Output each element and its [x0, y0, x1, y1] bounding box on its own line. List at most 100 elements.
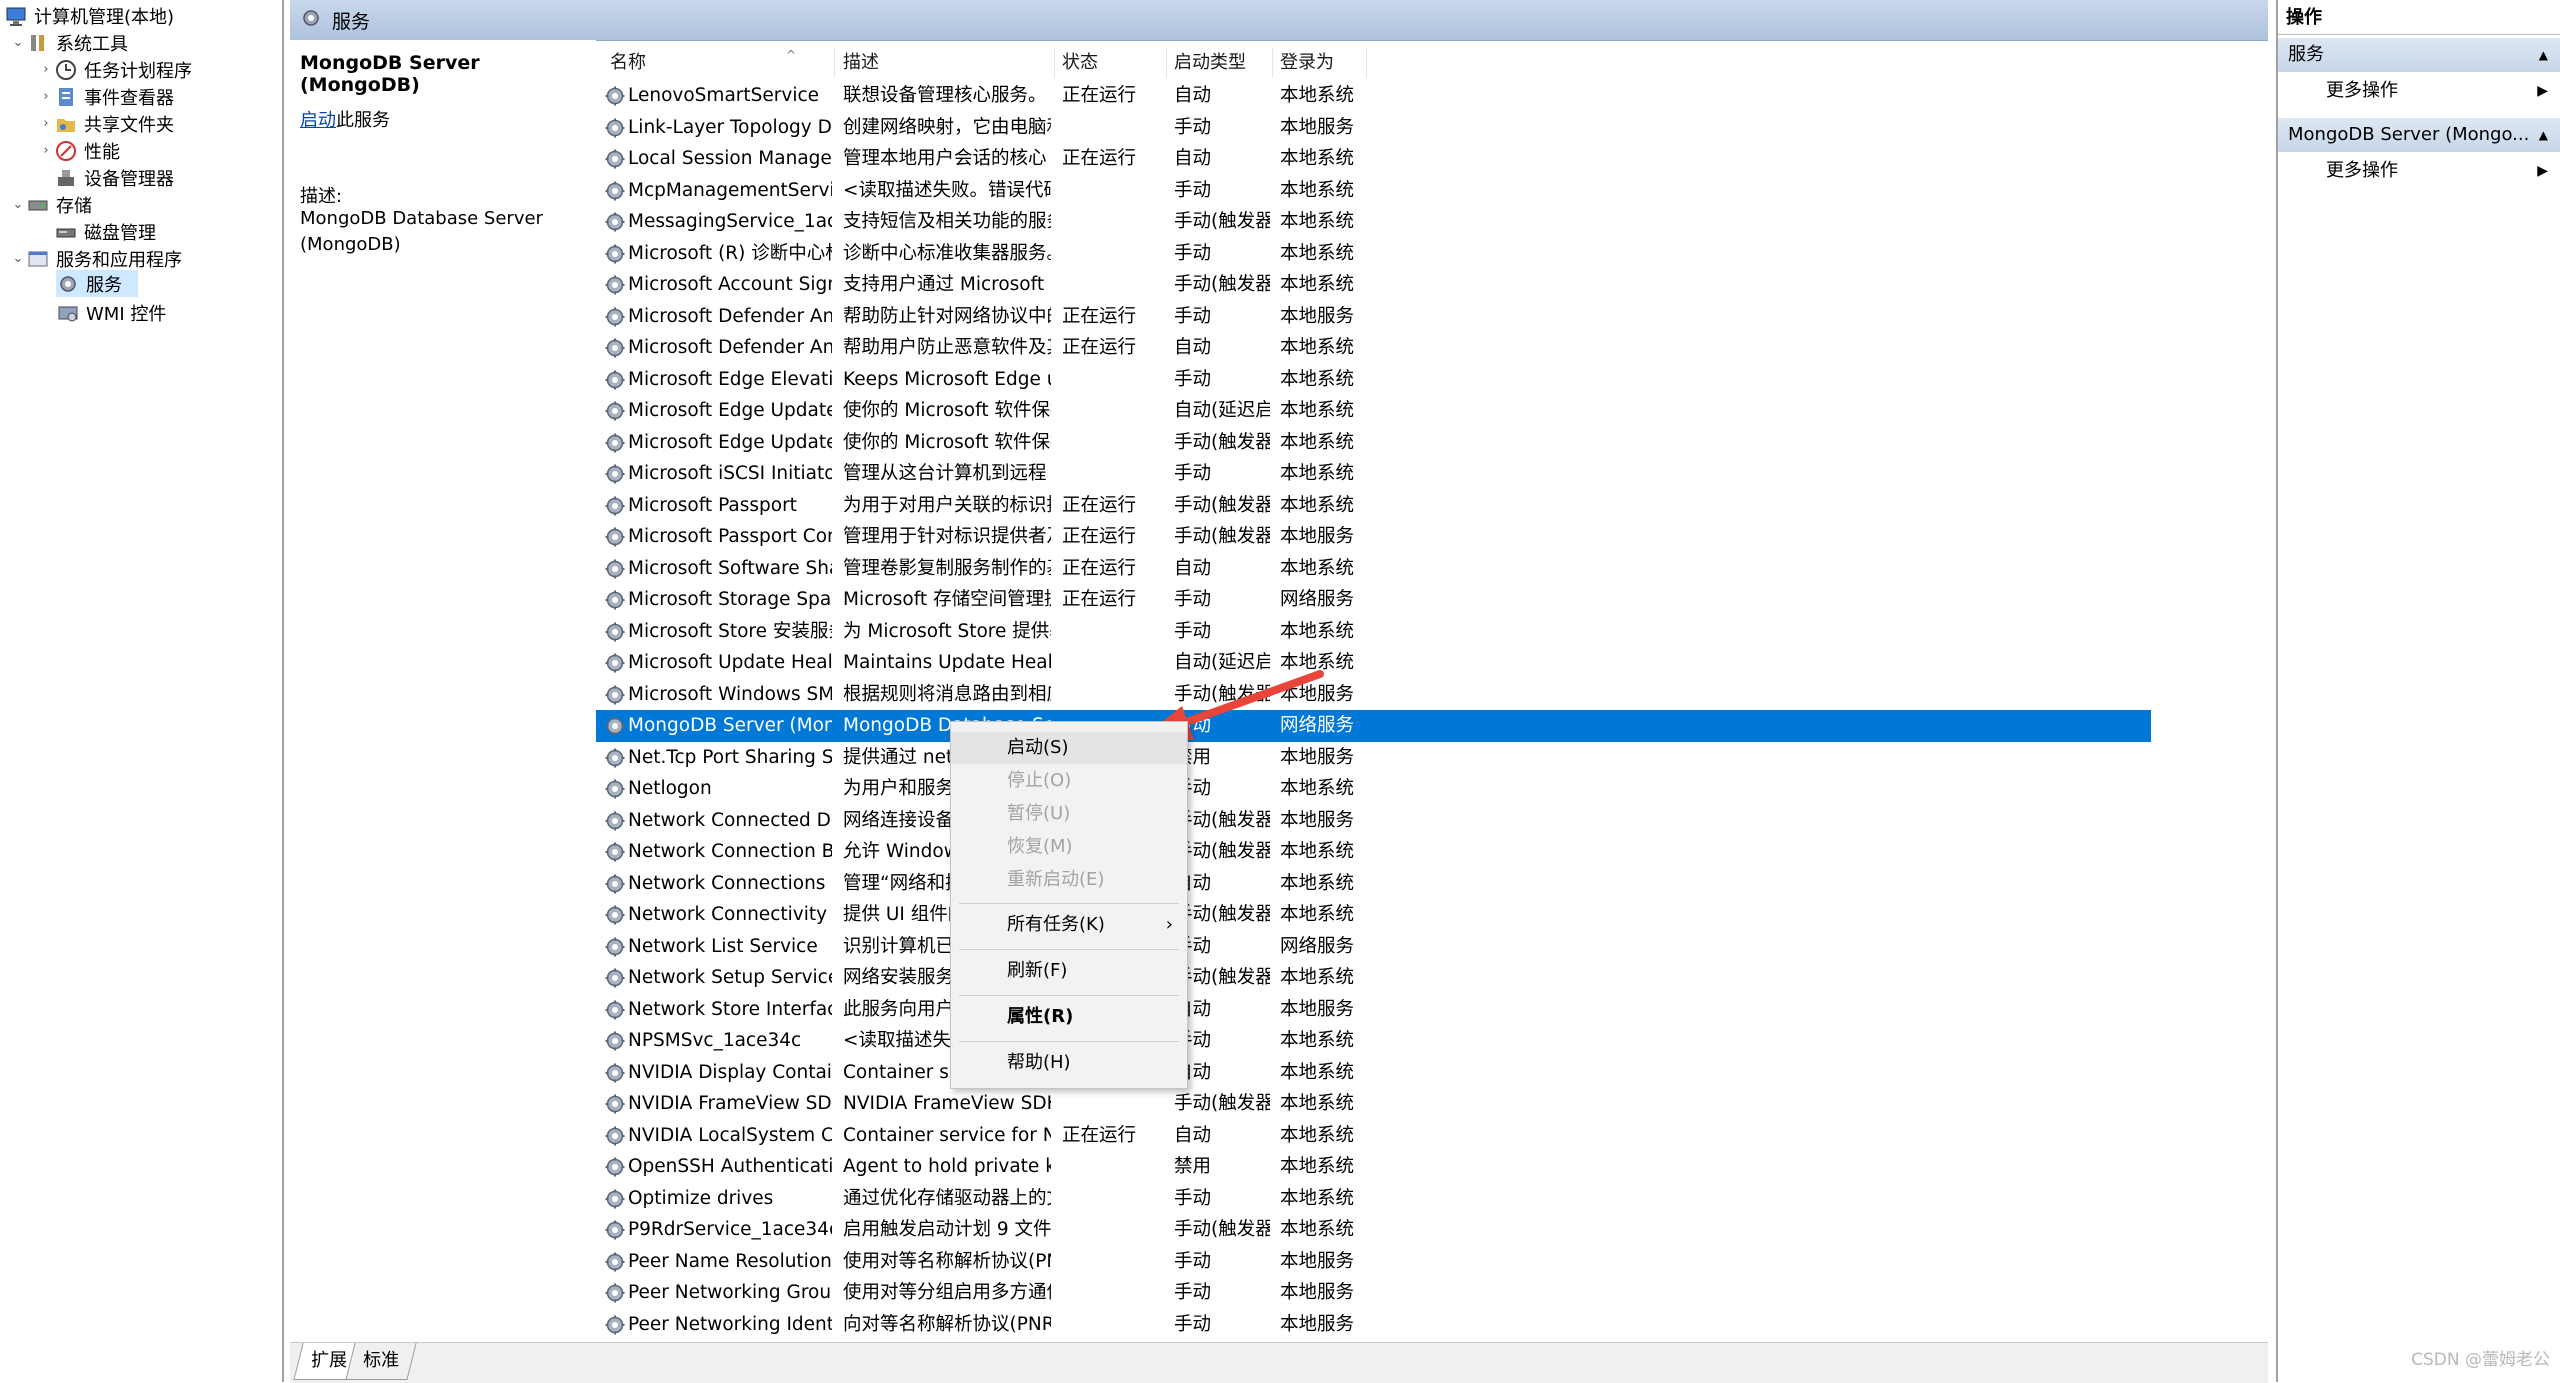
detail-start-line: 启动此服务	[300, 106, 390, 132]
table-row[interactable]: Microsoft Edge Update Service (edgeup...…	[596, 427, 2151, 459]
table-row[interactable]: Optimize drives 通过优化存储驱动器上的文件来帮助计算... 手动 本地…	[596, 1183, 2151, 1215]
more-actions-2[interactable]: 更多操作 ▶	[2278, 154, 2560, 188]
table-row[interactable]: Network Setup Service网络安装服务用于管理网络驱动程序的安.…	[596, 962, 2151, 994]
menu-item-properties[interactable]: 属性(R)	[951, 1001, 1187, 1033]
table-row[interactable]: NVIDIA FrameView SDK service NVIDIA Frame…	[596, 1088, 2151, 1120]
chevron-right-icon[interactable]: ›	[38, 89, 54, 104]
column-header-name[interactable]: 名称	[610, 48, 646, 78]
tab-standard[interactable]: 标准	[345, 1343, 417, 1380]
table-row[interactable]: Network Connection Broker允许 Windows 应用商店…	[596, 836, 2151, 868]
chevron-right-icon[interactable]: ›	[38, 116, 54, 131]
cell-logon: 本地系统	[1280, 463, 1355, 484]
table-row[interactable]: Microsoft iSCSI Initiator Service 管理从这台计算…	[596, 458, 2151, 490]
column-separator[interactable]	[1166, 48, 1167, 78]
tree-item-label: 磁盘管理	[84, 222, 156, 244]
table-row[interactable]: Network Connections管理“网络和拨号连接”文件夹中对象，在..…	[596, 868, 2151, 900]
tree-root[interactable]: 计算机管理(本地)	[4, 2, 174, 29]
collapse-up-icon[interactable]: ▲	[2539, 118, 2548, 152]
table-row[interactable]: Microsoft Account Sign-in Assistant 支持用户通…	[596, 269, 2151, 301]
column-header-description[interactable]: 描述	[843, 48, 879, 78]
table-row[interactable]: Microsoft Passport Container 管理用于针对标识提供者及…	[596, 521, 2151, 553]
tree-item-shared-folders[interactable]: › 共享文件夹	[38, 110, 174, 137]
tree-item-system-tools[interactable]: ⌄ 系统工具	[10, 29, 128, 56]
cell-status	[1062, 112, 1162, 144]
table-row[interactable]: MessagingService_1ace34c 支持短信及相关功能的服务。 手动(…	[596, 206, 2151, 238]
menu-item-resume[interactable]: 恢复(M)	[951, 831, 1187, 863]
menu-item-pause[interactable]: 暂停(U)	[951, 798, 1187, 830]
tree-item-wmi[interactable]: WMI 控件	[56, 299, 166, 326]
tree-item-services-apps[interactable]: ⌄ 服务和应用程序	[10, 245, 182, 272]
cell-name: Microsoft Passport	[628, 494, 797, 516]
table-row[interactable]: Microsoft Storage Spaces SMP Microsoft 存储…	[596, 584, 2151, 616]
table-row[interactable]: MongoDB Server (MongoDB)MongoDB Database…	[596, 710, 2151, 742]
tree-item-services[interactable]: 服务	[56, 270, 138, 297]
table-row[interactable]: Peer Name Resolution Protocol 使用对等名称解析协议(…	[596, 1246, 2151, 1278]
column-separator[interactable]	[1054, 48, 1055, 78]
tree-item-task-scheduler[interactable]: › 任务计划程序	[38, 56, 192, 83]
cell-startup: 自动	[1174, 872, 1212, 894]
menu-item-help[interactable]: 帮助(H)	[951, 1047, 1187, 1079]
cell-logon: 本地服务	[1280, 1313, 1355, 1335]
table-row[interactable]: Microsoft Store 安装服务为 Microsoft Store 提供…	[596, 616, 2151, 648]
more-actions-1[interactable]: 更多操作 ▶	[2278, 74, 2560, 108]
chevron-right-icon[interactable]: ›	[38, 62, 54, 77]
table-row[interactable]: NPSMSvc_1ace34c<读取描述失败。错误代码: 15100 >正在运行…	[596, 1025, 2151, 1057]
column-separator[interactable]	[1272, 48, 1273, 78]
menu-item-start[interactable]: 启动(S)	[951, 732, 1187, 764]
table-row[interactable]: Microsoft Windows SMS 路由器服务。根据规则将消息路由到相应…	[596, 679, 2151, 711]
chevron-down-icon[interactable]: ⌄	[10, 197, 26, 212]
menu-item-all-tasks[interactable]: 所有任务(K) ›	[951, 909, 1187, 941]
cell-startup: 手动	[1174, 179, 1212, 201]
table-row[interactable]: Local Session Manager 管理本地用户会话的核心 Windows…	[596, 143, 2151, 175]
column-header-logon[interactable]: 登录为	[1280, 48, 1334, 78]
table-row[interactable]: NVIDIA LocalSystem Container Container se…	[596, 1120, 2151, 1152]
tree-item-performance[interactable]: › 性能	[38, 137, 120, 164]
table-row[interactable]: Netlogon为用户和服务身份验证维护此计算机和域...手动本地系统	[596, 773, 2151, 805]
chevron-right-icon[interactable]: ›	[38, 143, 54, 158]
table-row[interactable]: Microsoft Defender Antivirus Service 帮助用户…	[596, 332, 2151, 364]
table-row[interactable]: Microsoft Update Health Service Maintains…	[596, 647, 2151, 679]
table-row[interactable]: Network Store Interface Service此服务向用户模式客…	[596, 994, 2151, 1026]
service-gear-icon	[604, 999, 626, 1021]
column-header-status[interactable]: 状态	[1062, 48, 1098, 78]
actions-section-mongodb[interactable]: MongoDB Server (Mongo... ▲	[2278, 118, 2560, 152]
column-header-startup[interactable]: 启动类型	[1174, 48, 1246, 78]
collapse-up-icon[interactable]: ▲	[2539, 38, 2548, 72]
table-row[interactable]: Microsoft Edge Update Service (edgeup...…	[596, 395, 2151, 427]
table-row[interactable]: NVIDIA Display Container LSContainer ser…	[596, 1057, 2151, 1089]
menu-item-refresh[interactable]: 刷新(F)	[951, 955, 1187, 987]
table-row[interactable]: Microsoft Software Shadow Copy Provider 管…	[596, 553, 2151, 585]
table-row[interactable]: Peer Networking Identity Manager 向对等名称解析协…	[596, 1309, 2151, 1341]
table-row[interactable]: Microsoft Edge Elevation Service (Micros…	[596, 364, 2151, 396]
table-row[interactable]: Microsoft (R) 诊断中心标准收集器服务诊断中心标准收集器服务。运行时…	[596, 238, 2151, 270]
tree-item-storage[interactable]: ⌄ 存储	[10, 191, 92, 218]
tree-item-event-viewer[interactable]: › 事件查看器	[38, 83, 174, 110]
table-row[interactable]: Microsoft Passport 为用于对用户关联的标识提供者进行身份... 正…	[596, 490, 2151, 522]
chevron-down-icon[interactable]: ⌄	[10, 251, 26, 266]
actions-section-services[interactable]: 服务 ▲	[2278, 38, 2560, 72]
table-row[interactable]: Microsoft Defender Antivirus Network In.…	[596, 301, 2151, 333]
table-row[interactable]: Network Connected Devices Auto-Setup网络连接…	[596, 805, 2151, 837]
table-row[interactable]: LenovoSmartService 联想设备管理核心服务。 正在运行 自动 本地系统	[596, 80, 2151, 112]
service-gear-icon	[604, 1219, 626, 1241]
column-separator[interactable]	[1366, 48, 1367, 78]
table-row[interactable]: Network Connectivity Assistant提供 UI 组件的 …	[596, 899, 2151, 931]
menu-item-restart[interactable]: 重新启动(E)	[951, 864, 1187, 896]
table-row[interactable]: Network List Service识别计算机已连接的网络，收集和存储这..…	[596, 931, 2151, 963]
cell-logon: 本地系统	[1280, 967, 1355, 988]
table-row[interactable]: OpenSSH Authentication Agent Agent to hol…	[596, 1151, 2151, 1183]
menu-item-stop[interactable]: 停止(O)	[951, 765, 1187, 797]
start-service-link[interactable]: 启动	[300, 110, 336, 131]
table-row[interactable]: P9RdrService_1ace34c 启用触发启动计划 9 文件服务器。 手动(…	[596, 1214, 2151, 1246]
table-row[interactable]: Net.Tcp Port Sharing Service提供通过 net.tcp…	[596, 742, 2151, 774]
chevron-down-icon[interactable]: ⌄	[10, 35, 26, 50]
cell-description: Agent to hold private keys used for publ…	[843, 1156, 1051, 1177]
table-row[interactable]: McpManagementService <读取描述失败。错误代码: 15100 …	[596, 175, 2151, 207]
tree-item-device-manager[interactable]: 设备管理器	[54, 164, 174, 191]
table-row[interactable]: Peer Networking Grouping 使用对等分组启用多方通信。如果禁…	[596, 1277, 2151, 1309]
cell-description: 使你的 Microsoft 软件保持最新状态。如...	[843, 431, 1051, 453]
column-separator[interactable]	[834, 48, 835, 78]
cell-startup: 手动(触发器启动)	[1174, 904, 1270, 925]
table-row[interactable]: Link-Layer Topology Discovery Mapper 创建网络…	[596, 112, 2151, 144]
tree-item-disk-management[interactable]: 磁盘管理	[54, 218, 156, 245]
